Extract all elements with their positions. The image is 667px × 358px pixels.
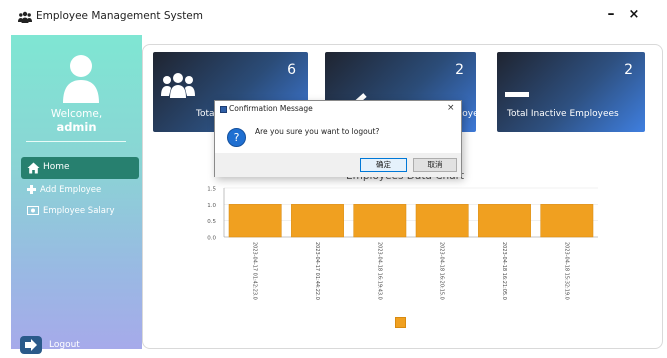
- x-tick-label: 2023-04-18 16:20:15.0: [439, 242, 445, 300]
- users-icon: [18, 11, 32, 23]
- x-tick-label: 2023-04-17 01:44:22.0: [314, 242, 320, 300]
- dialog-close-button[interactable]: ×: [447, 103, 455, 113]
- logout-button[interactable]: [20, 336, 42, 354]
- y-tick-label: 1.0: [207, 203, 216, 209]
- inactive-employees-card: 2 Total Inactive Employees: [497, 52, 645, 132]
- inactive-employees-label: Total Inactive Employees: [507, 109, 619, 119]
- minus-icon: [505, 92, 529, 97]
- y-tick-label: 0.0: [207, 236, 216, 242]
- x-tick-label: 2023-04-17 01:42:23.0: [252, 242, 258, 300]
- cancel-button[interactable]: 取消: [413, 158, 457, 172]
- chart-legend-swatch: [395, 317, 406, 328]
- question-icon: ?: [227, 128, 246, 147]
- welcome-text: Welcome,: [50, 108, 103, 120]
- y-tick-label: 0.5: [207, 219, 216, 225]
- x-tick-label: 2023-04-18 16:21:05.0: [501, 242, 507, 300]
- sidebar-item-label: Add Employee: [40, 185, 102, 195]
- minimize-button[interactable]: –: [604, 6, 618, 22]
- plus-icon: [27, 185, 36, 194]
- sidebar-item-home[interactable]: Home: [21, 157, 139, 179]
- chart-bar: [415, 204, 469, 238]
- home-icon: [27, 162, 40, 174]
- sidebar: Welcome, admin Home Add Employee Employe…: [11, 35, 142, 354]
- active-employees-count: 2: [455, 62, 464, 78]
- user-avatar-icon: [63, 55, 99, 103]
- ok-button[interactable]: 确定: [360, 158, 407, 172]
- salary-icon: [27, 206, 39, 215]
- employees-bar-chart: 0.0 0.5 1.0 1.5 2023-04-17 01:42:23.0 2023-04…: [207, 187, 598, 300]
- total-employees-count: 6: [287, 62, 296, 78]
- sidebar-item-employee-salary[interactable]: Employee Salary: [27, 206, 115, 216]
- inactive-employees-count: 2: [624, 62, 633, 78]
- y-tick-label: 1.5: [207, 187, 216, 193]
- chart-bar: [291, 204, 344, 238]
- sidebar-divider: [26, 141, 126, 142]
- chart-bar: [228, 204, 282, 238]
- chart-bar: [540, 204, 594, 238]
- window-title: Employee Management System: [36, 10, 204, 22]
- sidebar-item-add-employee[interactable]: Add Employee: [27, 185, 101, 195]
- chart-bar: [478, 204, 531, 238]
- java-window-icon: [220, 106, 227, 113]
- chart-bar: [353, 204, 407, 238]
- window-titlebar: Employee Management System – ×: [0, 0, 667, 34]
- users-icon: [161, 73, 195, 98]
- x-tick-label: 2023-04-18 16:19:43.0: [376, 242, 382, 300]
- close-window-button[interactable]: ×: [627, 7, 641, 22]
- confirmation-dialog: Confirmation Message × ? Are you sure yo…: [214, 100, 462, 177]
- logout-icon: [25, 339, 37, 351]
- username-text: admin: [56, 120, 97, 134]
- x-tick-label: 2023-04-18 15:32:19.0: [563, 242, 569, 300]
- sidebar-item-label: Home: [43, 162, 70, 172]
- dialog-title: Confirmation Message: [229, 104, 313, 113]
- sidebar-item-label: Employee Salary: [43, 206, 115, 216]
- dialog-message: Are you sure you want to logout?: [255, 127, 380, 136]
- dialog-footer: 确定 取消: [215, 153, 461, 177]
